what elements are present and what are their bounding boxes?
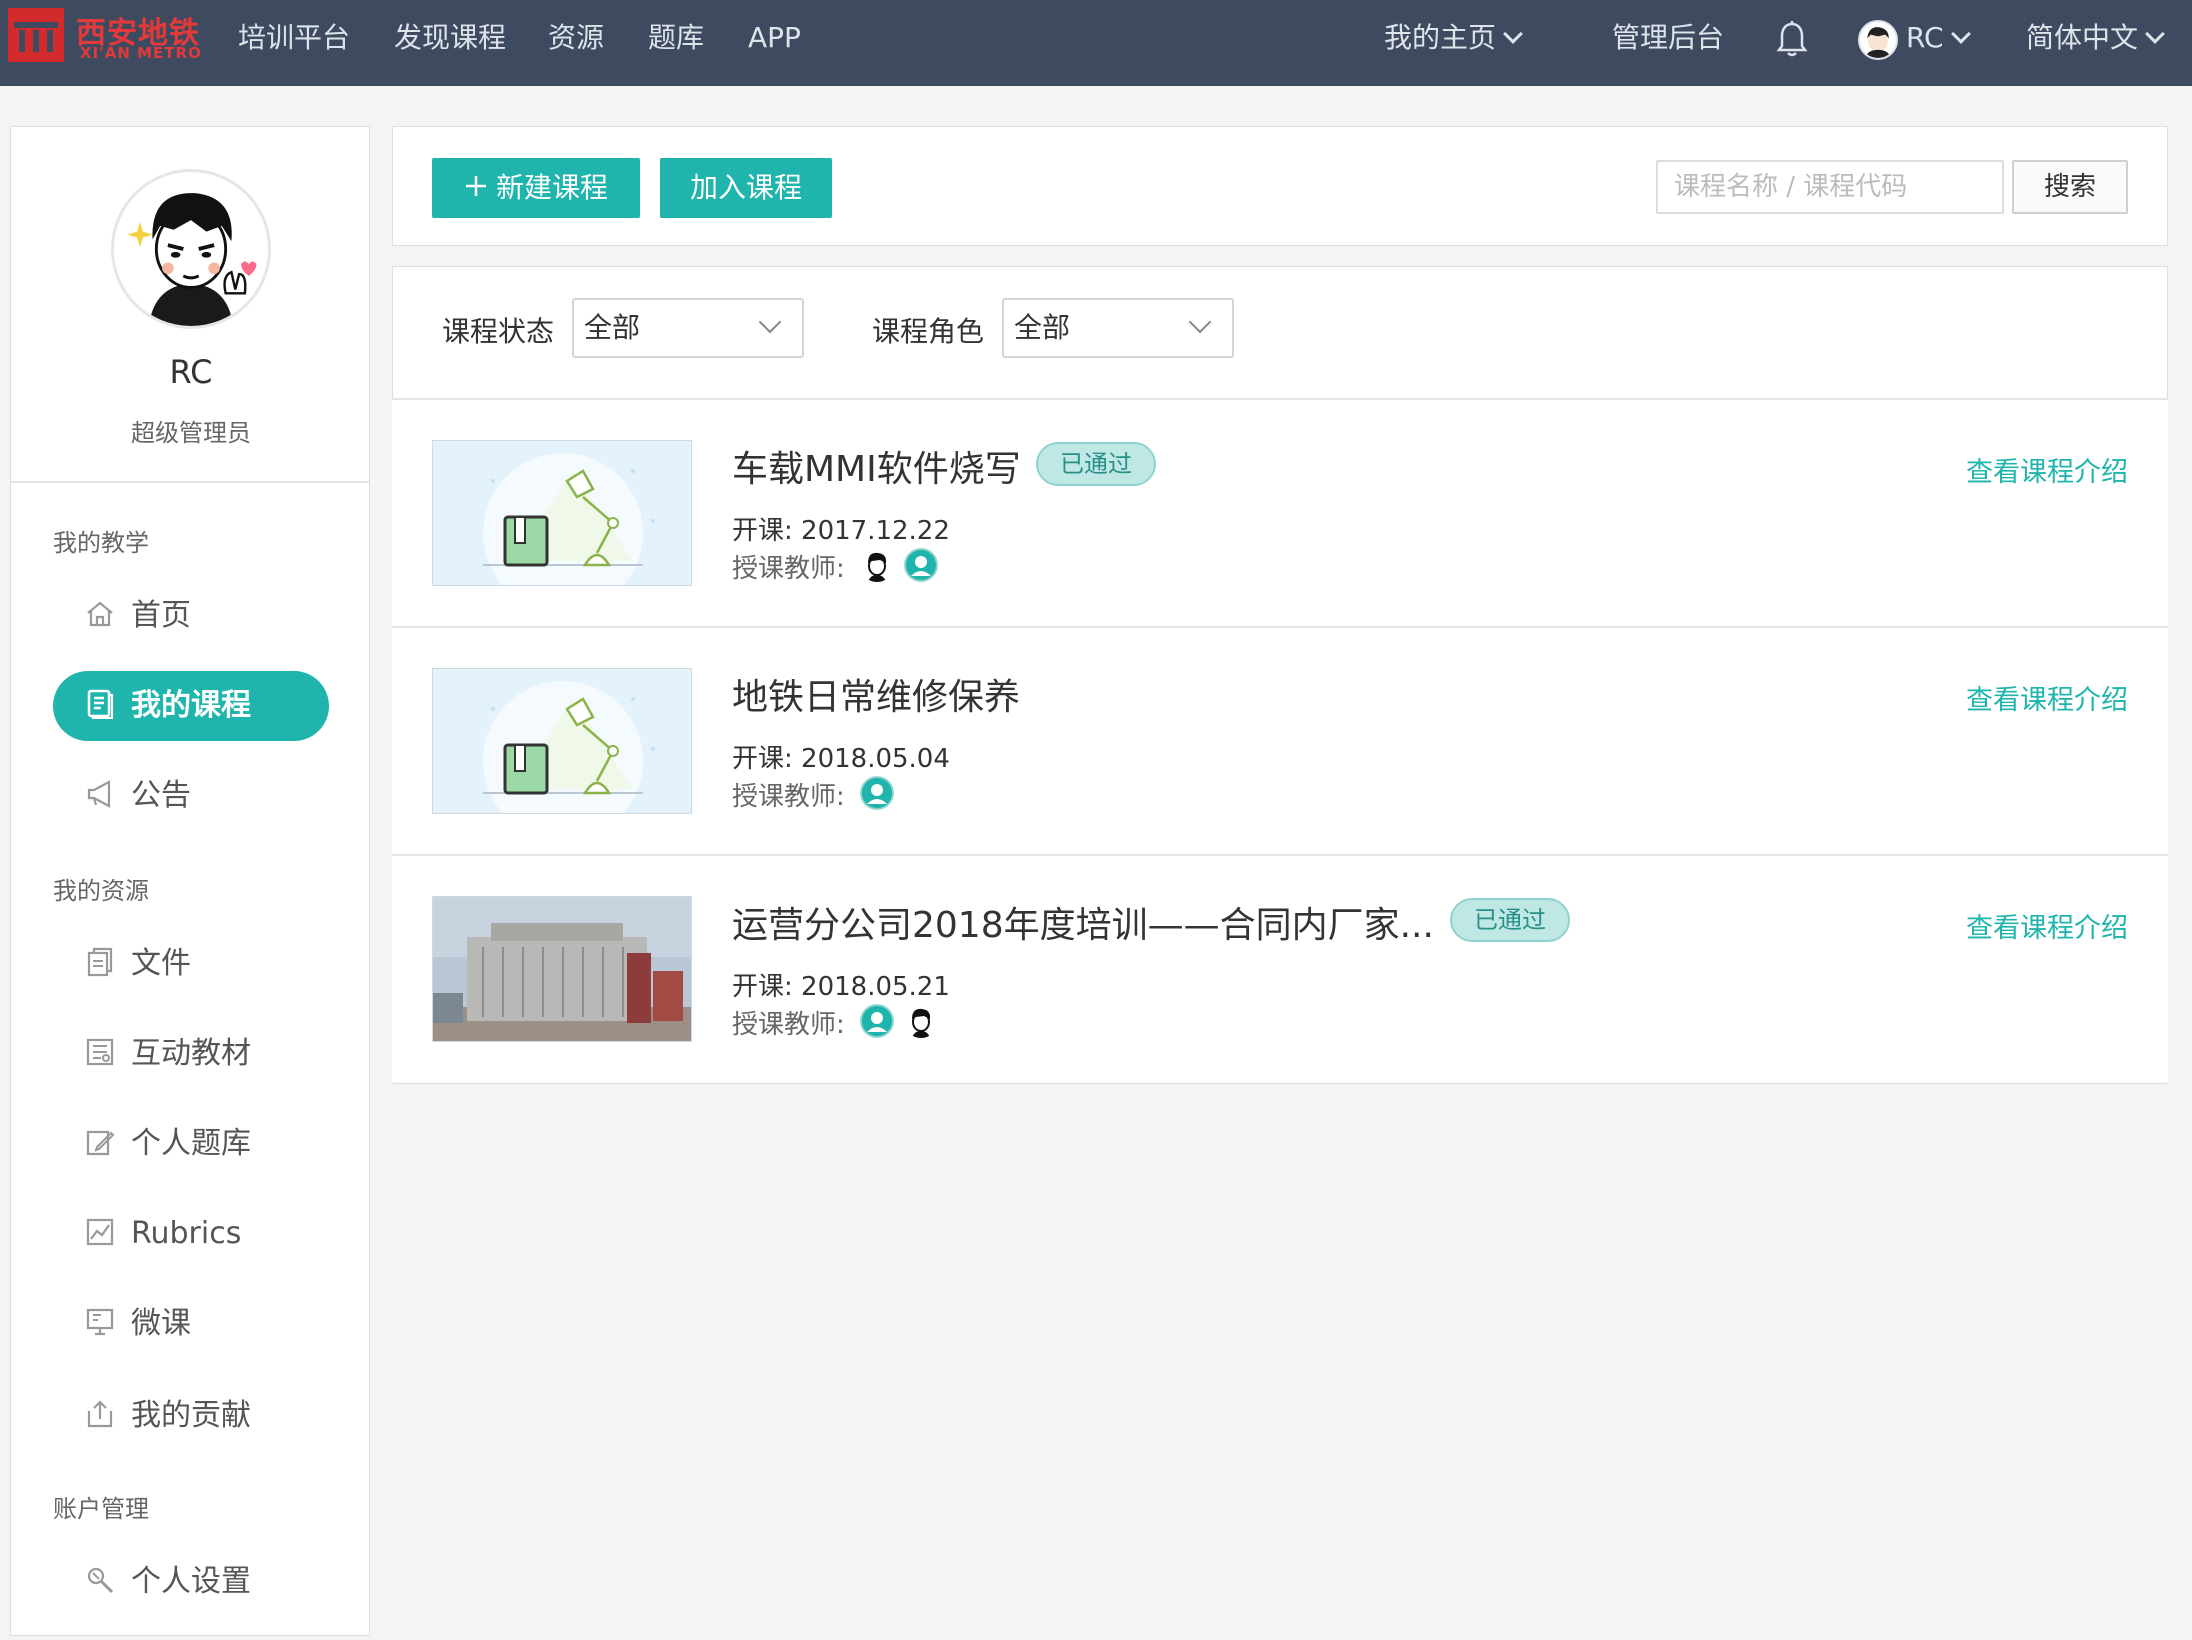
sidebar-item-micro[interactable]: 微课 <box>53 1289 329 1359</box>
course-row: 车载MMI软件烧写 已通过 开课: 2017.12.22 授课教师: 查看课程介… <box>392 398 2168 626</box>
interactive-icon <box>86 1038 114 1065</box>
language-label: 简体中文 <box>2026 21 2139 54</box>
edit-icon <box>86 1130 115 1155</box>
course-start-date: 开课: 2018.05.21 <box>732 972 950 1002</box>
sidebar-item-label: 个人设置 <box>131 1564 251 1599</box>
view-course-link[interactable]: 查看课程介绍 <box>1966 678 2128 717</box>
brand-name-en: XI'AN METRO <box>80 44 202 62</box>
role-select-value: 全部 <box>1014 311 1071 344</box>
sidebar: RC 超级管理员 我的教学 首页 我的课程 公告 我的资源 文件 互动教材 个人… <box>10 126 370 1636</box>
teacher-default-avatar[interactable] <box>860 1004 894 1038</box>
view-course-link[interactable]: 查看课程介绍 <box>1966 906 2128 945</box>
bell-icon[interactable] <box>1776 20 1808 58</box>
metro-logo-icon <box>8 8 64 62</box>
monitor-icon <box>86 1308 114 1335</box>
course-thumbnail[interactable] <box>432 668 692 814</box>
teacher-avatar[interactable] <box>860 548 894 582</box>
sidebar-item-label: 文件 <box>131 946 191 981</box>
new-course-button[interactable]: 新建课程 <box>432 158 640 218</box>
nav-resources[interactable]: 资源 <box>548 20 604 56</box>
chevron-down-icon <box>1950 24 1971 44</box>
sidebar-item-contribution[interactable]: 我的贡献 <box>53 1381 329 1451</box>
wrench-icon <box>87 1567 114 1593</box>
sidebar-item-label: 首页 <box>131 598 191 633</box>
section-account: 账户管理 <box>53 1495 149 1523</box>
sidebar-item-my-courses[interactable]: 我的课程 <box>53 671 329 741</box>
nav-training-platform[interactable]: 培训平台 <box>238 20 350 56</box>
chevron-down-icon <box>758 310 782 334</box>
sidebar-item-rubrics[interactable]: Rubrics <box>53 1199 329 1269</box>
nav-app[interactable]: APP <box>748 20 801 56</box>
sidebar-item-notice[interactable]: 公告 <box>53 761 329 831</box>
status-select[interactable]: 全部 <box>572 298 804 358</box>
course-title[interactable]: 地铁日常维修保养 <box>732 668 1020 720</box>
nav-discover-courses[interactable]: 发现课程 <box>394 20 506 56</box>
user-menu-label: RC <box>1906 21 1944 54</box>
my-home-menu[interactable]: 我的主页 <box>1384 20 1523 56</box>
course-thumbnail[interactable] <box>432 896 692 1042</box>
teacher-default-avatar[interactable] <box>904 548 938 582</box>
sidebar-item-label: 我的课程 <box>131 688 251 723</box>
sidebar-divider <box>11 481 369 483</box>
sidebar-item-label: 个人题库 <box>131 1126 251 1161</box>
status-badge: 已通过 <box>1450 898 1570 942</box>
language-menu[interactable]: 简体中文 <box>2026 20 2165 56</box>
profile-name: RC <box>169 353 213 391</box>
course-teacher-label: 授课教师: <box>732 554 845 584</box>
file-icon <box>87 947 113 976</box>
course-thumbnail[interactable] <box>432 440 692 586</box>
chevron-down-icon <box>2145 24 2165 44</box>
book-icon <box>87 689 114 719</box>
user-avatar[interactable] <box>1858 20 1898 60</box>
profile-avatar[interactable] <box>111 169 271 329</box>
course-row: 运营分公司2018年度培训——合同内厂家... 已通过 开课: 2018.05.… <box>392 854 2168 1082</box>
profile-role: 超级管理员 <box>131 419 251 447</box>
sidebar-item-question-bank[interactable]: 个人题库 <box>53 1109 329 1179</box>
search-input[interactable] <box>1656 160 2004 214</box>
teacher-avatar[interactable] <box>904 1004 938 1038</box>
sidebar-item-interactive[interactable]: 互动教材 <box>53 1019 329 1089</box>
course-title[interactable]: 车载MMI软件烧写 <box>732 440 1021 492</box>
course-start-date: 开课: 2018.05.04 <box>732 744 950 774</box>
chart-icon <box>86 1218 114 1245</box>
user-menu[interactable]: RC <box>1906 20 1971 56</box>
sidebar-item-files[interactable]: 文件 <box>53 929 329 999</box>
home-icon <box>87 601 113 626</box>
sidebar-item-label: 互动教材 <box>131 1036 251 1071</box>
sidebar-item-label: 我的贡献 <box>131 1398 251 1433</box>
course-title[interactable]: 运营分公司2018年度培训——合同内厂家... <box>732 896 1434 948</box>
megaphone-icon <box>87 779 111 808</box>
nav-question-bank[interactable]: 题库 <box>648 20 704 56</box>
chevron-down-icon <box>1503 24 1523 44</box>
status-badge: 已通过 <box>1036 442 1156 486</box>
view-course-link[interactable]: 查看课程介绍 <box>1966 450 2128 489</box>
role-filter-label: 课程角色 <box>872 315 985 348</box>
status-select-value: 全部 <box>584 311 641 344</box>
my-home-label: 我的主页 <box>1384 21 1497 54</box>
section-teaching: 我的教学 <box>53 529 149 557</box>
chevron-down-icon <box>1188 310 1212 334</box>
course-teacher-label: 授课教师: <box>732 1010 845 1040</box>
join-course-button[interactable]: 加入课程 <box>660 158 832 218</box>
admin-link[interactable]: 管理后台 <box>1612 20 1724 56</box>
teacher-default-avatar[interactable] <box>860 776 894 810</box>
role-select[interactable]: 全部 <box>1002 298 1234 358</box>
course-teacher-label: 授课教师: <box>732 782 845 812</box>
new-course-label: 新建课程 <box>495 171 608 204</box>
sidebar-item-settings[interactable]: 个人设置 <box>53 1547 329 1617</box>
sidebar-item-home[interactable]: 首页 <box>53 581 329 651</box>
sidebar-item-label: 微课 <box>131 1306 191 1341</box>
share-icon <box>87 1399 113 1427</box>
sidebar-item-label: Rubrics <box>131 1216 242 1251</box>
search-button[interactable]: 搜索 <box>2012 160 2128 214</box>
section-resources: 我的资源 <box>53 877 149 905</box>
brand-logo[interactable]: 西安地铁 XI'AN METRO <box>8 6 226 64</box>
plus-icon <box>465 176 486 196</box>
course-start-date: 开课: 2017.12.22 <box>732 516 950 546</box>
sidebar-item-label: 公告 <box>131 778 191 813</box>
status-filter-label: 课程状态 <box>442 315 555 348</box>
course-row: 地铁日常维修保养 开课: 2018.05.04 授课教师: 查看课程介绍 <box>392 626 2168 854</box>
top-navbar: 西安地铁 XI'AN METRO 培训平台 发现课程 资源 题库 APP 我的主… <box>0 0 2192 86</box>
